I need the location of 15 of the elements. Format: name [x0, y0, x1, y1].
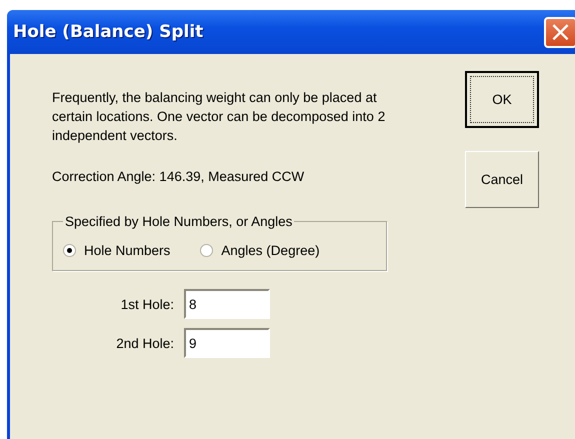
radio-label[interactable]: Hole Numbers	[84, 243, 170, 258]
field-label: 2nd Hole:	[115, 336, 174, 350]
close-button[interactable]: ×	[544, 16, 575, 48]
input-field[interactable]: 9	[184, 328, 270, 358]
radio-label[interactable]: Angles (Degree)	[221, 243, 320, 258]
ok-button[interactable]: OK	[465, 71, 539, 128]
field-label: 1st Hole:	[120, 296, 174, 312]
radio-button[interactable]	[63, 244, 76, 257]
cancel-button[interactable]: Cancel	[465, 151, 539, 208]
radio-button[interactable]	[200, 244, 214, 257]
correction-angle-text: Correction Angle: 146.39, Measured CCW	[52, 169, 306, 184]
description-text: Frequently, the balancing weight can only be placed at certain locations. One vector can be decomposed into 2 independent vectors.	[52, 89, 386, 145]
group-title: Specified by Hole Numbers, or Angles	[64, 214, 294, 229]
input-field[interactable]: 8	[184, 289, 270, 319]
window-title: Hole (Balance) Split	[13, 22, 204, 42]
